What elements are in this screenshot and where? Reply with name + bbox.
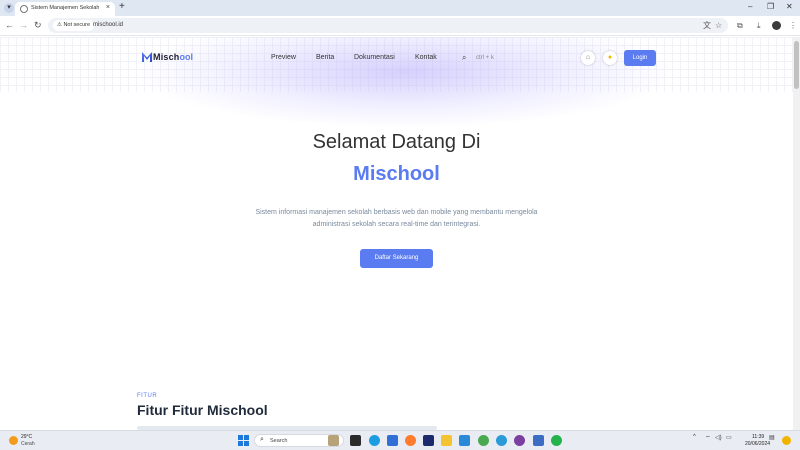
taskbar-search-label: Search bbox=[270, 438, 288, 444]
address-bar[interactable]: ⚠ Not secure mischool.id bbox=[48, 18, 728, 33]
notification-icon[interactable]: ▤ bbox=[769, 434, 775, 441]
browser-tab[interactable]: Sistem Manajemen Sekolah - Mi × bbox=[15, 2, 115, 16]
whatsapp-icon[interactable] bbox=[551, 435, 562, 446]
os-taskbar: 29°C Cerah ⌕ Search ^ ⌔ ◁) ▭ 11:39 20/06… bbox=[0, 430, 800, 450]
translate-icon[interactable]: 文 bbox=[703, 21, 711, 31]
edge-icon[interactable] bbox=[369, 435, 380, 446]
globe-icon bbox=[20, 5, 28, 13]
task-view-icon[interactable] bbox=[350, 435, 361, 446]
minimize-button[interactable]: – bbox=[748, 2, 752, 11]
nav-dokumentasi[interactable]: Dokumentasi bbox=[354, 54, 395, 61]
hero-title: Selamat Datang Di bbox=[312, 131, 481, 153]
weather-condition[interactable]: Cerah bbox=[21, 441, 35, 447]
app-icon[interactable] bbox=[514, 435, 525, 446]
firefox-icon[interactable] bbox=[405, 435, 416, 446]
app-icon[interactable] bbox=[533, 435, 544, 446]
search-icon[interactable]: ⌕ bbox=[462, 53, 466, 63]
logo-suffix: ool bbox=[179, 52, 194, 62]
section-title: Fitur Fitur Mischool bbox=[137, 402, 268, 418]
sun-icon[interactable]: ● bbox=[603, 51, 617, 65]
nav-kontak[interactable]: Kontak bbox=[415, 54, 437, 61]
app-l-icon[interactable] bbox=[423, 435, 434, 446]
app-icon[interactable] bbox=[496, 435, 507, 446]
hero-brand: Mischool bbox=[353, 163, 440, 185]
nav-preview[interactable]: Preview bbox=[271, 54, 296, 61]
clock-time[interactable]: 11:39 bbox=[752, 434, 764, 440]
browser-tab-bar: ▾ Sistem Manajemen Sekolah - Mi × + – ❐ … bbox=[0, 0, 800, 16]
download-icon[interactable]: ⤓ bbox=[757, 21, 761, 31]
chrome-icon[interactable] bbox=[478, 435, 489, 446]
scroll-thumb[interactable] bbox=[794, 41, 799, 89]
forward-icon[interactable]: → bbox=[19, 20, 28, 30]
search-icon: ⌕ bbox=[260, 436, 264, 443]
star-icon[interactable]: ☆ bbox=[715, 21, 722, 31]
tab-search-icon[interactable]: ▾ bbox=[4, 3, 14, 13]
page-viewport: Misch ool Preview Berita Dokumentasi Kon… bbox=[0, 37, 793, 430]
mail-icon[interactable] bbox=[387, 435, 398, 446]
login-button[interactable]: Login bbox=[624, 50, 656, 66]
reload-icon[interactable]: ↻ bbox=[34, 20, 42, 30]
wifi-icon[interactable]: ⌔ bbox=[705, 434, 711, 442]
weather-temperature[interactable]: 29°C bbox=[21, 434, 32, 440]
kebab-menu-icon[interactable]: ⋮ bbox=[789, 21, 797, 31]
file-explorer-icon[interactable] bbox=[441, 435, 452, 446]
site-logo[interactable]: Misch ool bbox=[142, 52, 193, 62]
translate-icon[interactable]: ⌂ bbox=[581, 51, 595, 65]
clock-date[interactable]: 20/06/2024 bbox=[745, 441, 770, 447]
maximize-button[interactable]: ❐ bbox=[767, 2, 774, 11]
browser-toolbar: ← → ↻ ⚠ Not secure mischool.id 文 ☆ ⧉ ⤓ ⋮ bbox=[0, 16, 800, 36]
page-scrollbar[interactable] bbox=[793, 37, 800, 430]
back-icon[interactable]: ← bbox=[5, 20, 14, 30]
battery-icon[interactable]: ▭ bbox=[726, 434, 732, 441]
tray-caret-icon[interactable]: ^ bbox=[693, 434, 696, 440]
register-button[interactable]: Daftar Sekarang bbox=[360, 249, 433, 268]
tab-title: Sistem Manajemen Sekolah - Mi bbox=[31, 5, 99, 11]
extensions-icon[interactable]: ⧉ bbox=[737, 21, 743, 31]
windows-start-icon[interactable] bbox=[238, 435, 249, 446]
tab-close-icon[interactable]: × bbox=[106, 4, 110, 11]
volume-icon[interactable]: ◁) bbox=[715, 434, 722, 441]
hero-description: Sistem informasi manajemen sekolah berba… bbox=[255, 209, 538, 228]
not-secure-badge[interactable]: ⚠ Not secure bbox=[53, 20, 95, 31]
vscode-icon[interactable] bbox=[459, 435, 470, 446]
sun-weather-icon[interactable] bbox=[9, 436, 18, 445]
section-tag: FITUR bbox=[137, 393, 158, 399]
profile-avatar[interactable] bbox=[772, 21, 781, 30]
close-window-button[interactable]: ✕ bbox=[786, 2, 793, 11]
search-shortcut-hint[interactable]: ctrl + k bbox=[476, 55, 494, 61]
logo-text: Misch bbox=[153, 52, 180, 62]
nav-berita[interactable]: Berita bbox=[316, 54, 334, 61]
new-tab-button[interactable]: + bbox=[119, 2, 125, 12]
logo-m-icon bbox=[142, 52, 152, 62]
copilot-icon[interactable] bbox=[782, 436, 791, 445]
url-text[interactable]: mischool.id bbox=[93, 20, 123, 31]
widget-icon[interactable] bbox=[328, 435, 339, 446]
